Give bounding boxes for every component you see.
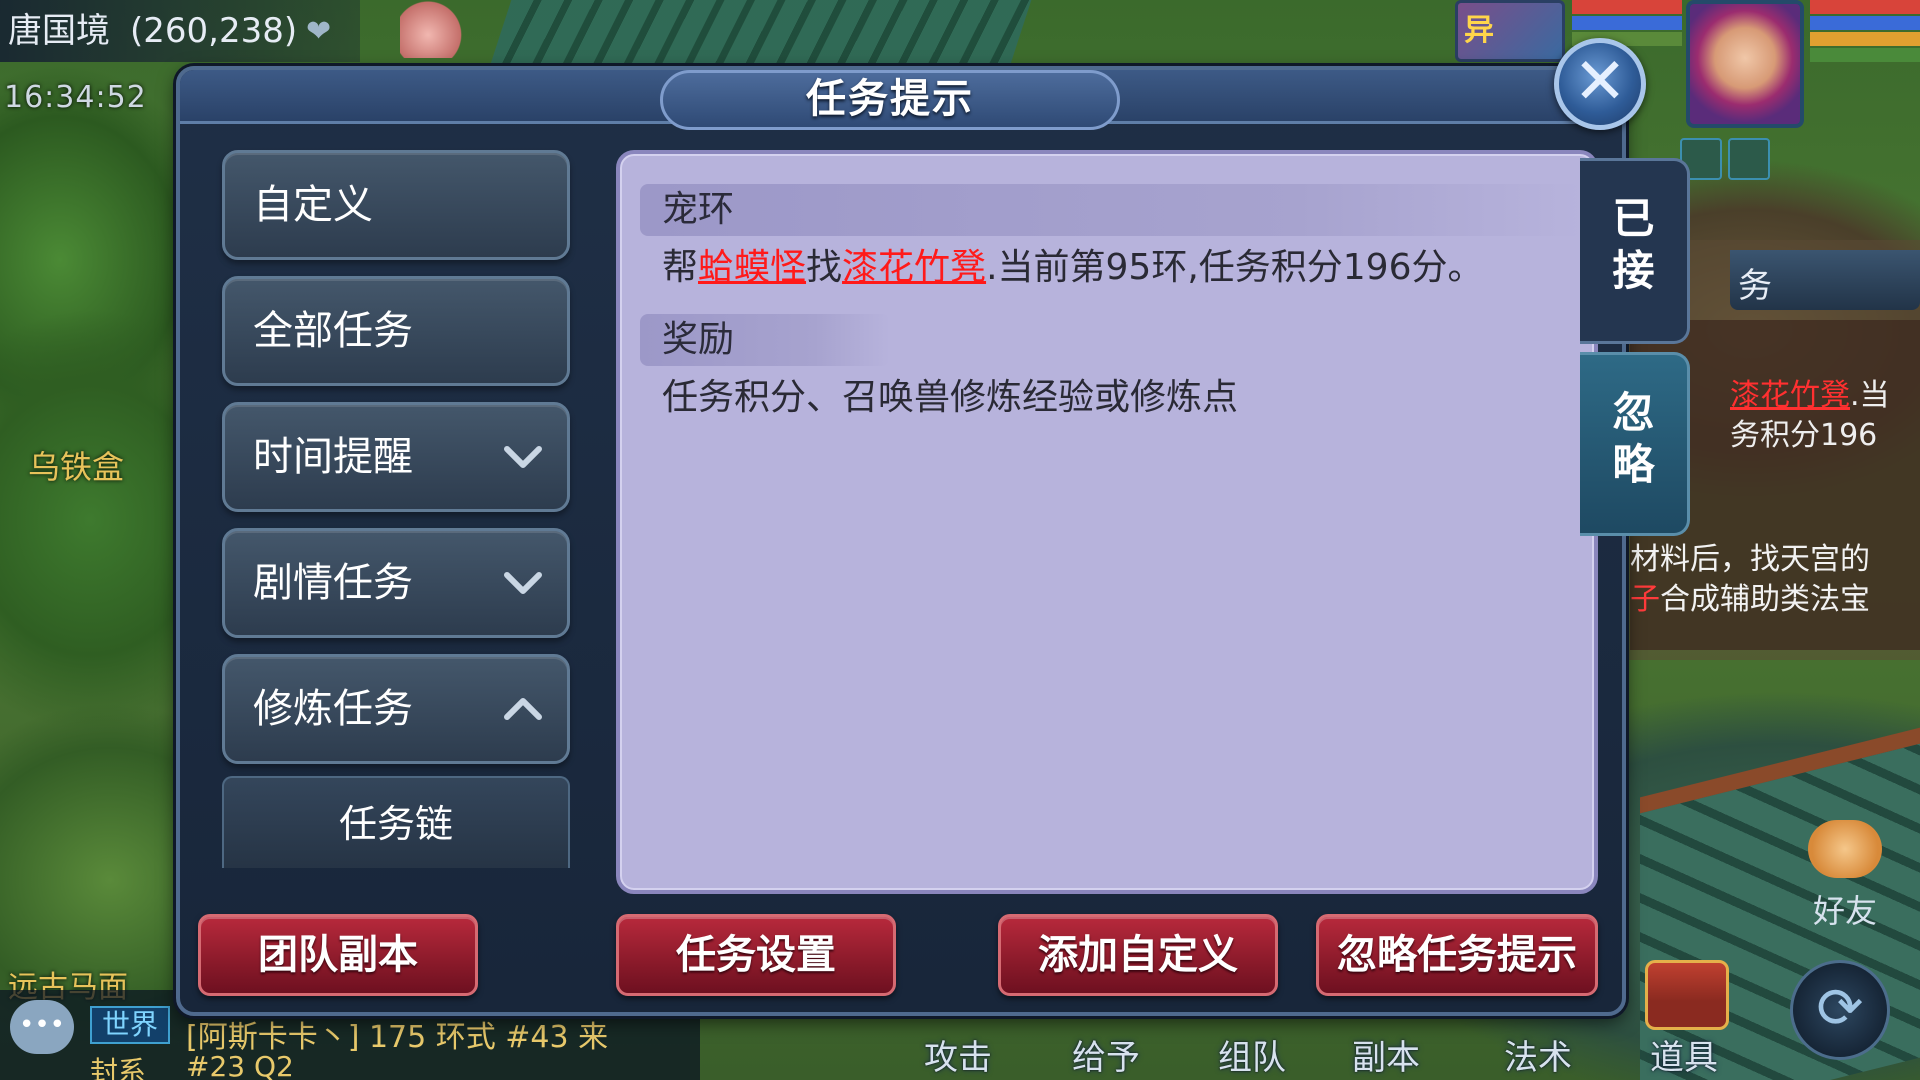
dungeon-button[interactable]: 副本 (1352, 1030, 1420, 1079)
tracker-item-link[interactable]: 漆花竹凳 (1730, 378, 1850, 413)
task-settings-button[interactable]: 任务设置 (616, 914, 896, 996)
chat-message: #23 Q2 (186, 1050, 294, 1080)
tab-ignored[interactable]: 忽 略 (1580, 352, 1690, 536)
category-label: 时间提醒 (253, 434, 413, 480)
category-cultivation-tasks[interactable]: 修炼任务 (222, 654, 570, 764)
roof-tiles-top (488, 0, 1032, 70)
tab-label: 接 (1612, 246, 1655, 295)
team-dungeon-button[interactable]: 团队副本 (198, 914, 478, 996)
handshake-icon (1808, 820, 1882, 878)
npc-label[interactable]: 乌铁盒 (28, 442, 124, 488)
category-label: 修炼任务 (253, 686, 413, 732)
tab-label: 忽 (1612, 388, 1655, 437)
tab-label: 略 (1612, 440, 1655, 489)
category-story-tasks[interactable]: 剧情任务 (222, 528, 570, 638)
tab-accepted[interactable]: 已 接 (1580, 158, 1690, 344)
category-label: 剧情任务 (253, 560, 413, 606)
item-link[interactable]: 漆花竹凳 (842, 247, 986, 288)
attack-button[interactable]: 攻击 (924, 1030, 992, 1079)
refresh-icon[interactable]: ⟳ (1790, 960, 1890, 1060)
close-icon[interactable]: ✕ (1554, 38, 1646, 130)
task-desc-text: 帮 (662, 247, 699, 288)
task-section-heading: 宠环 (640, 184, 1582, 236)
ignore-task-hint-button[interactable]: 忽略任务提示 (1316, 914, 1598, 996)
chevron-down-icon (504, 446, 542, 468)
tracker-tab-fragment: 务 (1738, 266, 1772, 306)
add-custom-button[interactable]: 添加自定义 (998, 914, 1278, 996)
location-name: 唐国境 (8, 11, 110, 51)
task-detail-panel: 宠环 帮蛤蟆怪找漆花竹凳.当前第95环,任务积分196分。 奖励 任务积分、召唤… (616, 150, 1598, 894)
pet-portrait[interactable]: 异 (1455, 0, 1565, 62)
npc-link[interactable]: 蛤蟆怪 (698, 247, 806, 288)
category-label: 全部任务 (253, 308, 413, 354)
category-time-reminder[interactable]: 时间提醒 (222, 402, 570, 512)
game-clock: 16:34:52 (4, 80, 147, 115)
bottom-action-bar: 攻击 给予 组队 副本 法术 道具 (900, 1010, 1750, 1080)
tracker-text: 材料后，找天宫的 (1630, 542, 1870, 577)
pet-tag: 异 (1464, 13, 1494, 48)
buff-icon[interactable] (1728, 138, 1770, 180)
chat-channel-badge[interactable]: 世界 (90, 1006, 170, 1044)
chevron-up-icon (504, 698, 542, 720)
task-hint-dialog: 任务提示 自定义 全部任务 时间提醒 剧情任务 修炼任务 任务链 宠环 帮蛤蟆怪… (176, 66, 1690, 1016)
treasure-chest-icon[interactable] (1645, 960, 1729, 1030)
peach-icon[interactable] (400, 0, 470, 58)
reward-section-heading: 奖励 (640, 314, 890, 366)
player-portrait[interactable] (1686, 0, 1804, 128)
give-button[interactable]: 给予 (1072, 1030, 1140, 1079)
tab-label: 已 (1612, 194, 1655, 243)
dialog-title: 任务提示 (660, 70, 1120, 130)
buff-icons (1680, 138, 1790, 182)
task-tracker-2[interactable]: 材料后，找天宫的 子合成辅助类法宝 (1630, 540, 1920, 650)
team-button[interactable]: 组队 (1218, 1030, 1286, 1079)
friend-label: 好友 (1812, 892, 1877, 930)
sub-item-label: 任务链 (338, 802, 453, 846)
item-button[interactable]: 道具 (1650, 1030, 1718, 1079)
friend-button[interactable]: 好友 (1790, 820, 1900, 930)
location-coords: (260,238) (130, 11, 298, 51)
task-description: 帮蛤蟆怪找漆花竹凳.当前第95环,任务积分196分。 (662, 244, 1483, 292)
reward-description: 任务积分、召唤兽修炼经验或修炼点 (662, 377, 1239, 418)
tracker-text: 务积分196 (1730, 418, 1878, 453)
heart-icon[interactable]: ❤ (306, 14, 331, 49)
chat-icon[interactable]: ••• (10, 1000, 74, 1054)
skill-button[interactable]: 法术 (1504, 1030, 1572, 1079)
category-custom[interactable]: 自定义 (222, 150, 570, 260)
tracker-header: 务 (1730, 250, 1920, 310)
player-status-bars (1810, 0, 1920, 90)
category-all-tasks[interactable]: 全部任务 (222, 276, 570, 386)
task-desc-text: 找 (806, 247, 843, 288)
chat-message-tag: 封系 (90, 1055, 147, 1080)
task-desc-text: .当前第95环,任务积分196分。 (986, 247, 1484, 288)
chevron-down-icon (504, 572, 542, 594)
tracker-text: .当 (1850, 378, 1890, 413)
sub-item-task-chain[interactable]: 任务链 (222, 776, 570, 868)
tracker-item-link[interactable]: 子 (1630, 582, 1660, 617)
category-label: 自定义 (253, 182, 373, 228)
tracker-text: 合成辅助类法宝 (1660, 582, 1870, 617)
